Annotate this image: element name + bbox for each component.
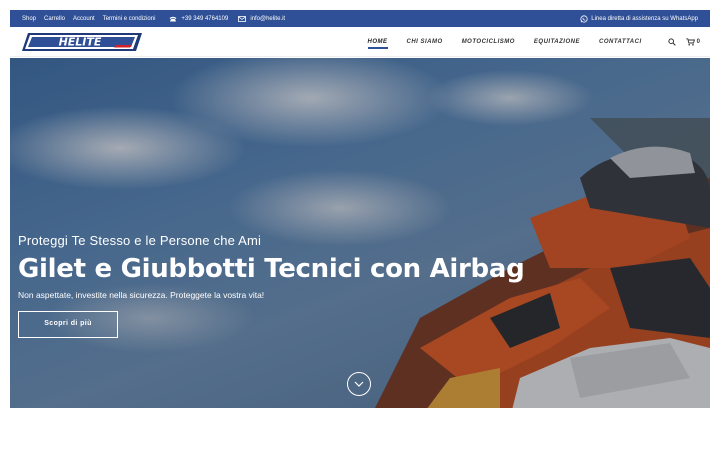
mail-icon xyxy=(238,15,247,22)
svg-text:HELITE: HELITE xyxy=(59,35,102,48)
topbar-link-terms[interactable]: Termini e condizioni xyxy=(103,16,156,22)
hero-description: Non aspettate, investite nella sicurezza… xyxy=(18,290,265,300)
phone-number: +39 349 4764109 xyxy=(181,15,229,22)
topbar-link-account[interactable]: Account xyxy=(73,16,95,22)
cart-count: 0 xyxy=(696,38,700,45)
helite-logo: HELITE xyxy=(22,32,142,51)
hero-title: Gilet e Giubbotti Tecnici con Airbag xyxy=(18,254,525,284)
nav-equitazione[interactable]: EQUITAZIONE xyxy=(534,36,580,48)
top-bar: Shop Carrello Account Termini e condizio… xyxy=(10,10,710,27)
site-logo[interactable]: HELITE xyxy=(20,31,144,53)
whatsapp-support-link[interactable]: Linea diretta di assistenza su WhatsApp xyxy=(580,14,698,23)
hero-text-block: Proteggi Te Stesso e le Persone che Ami … xyxy=(18,233,525,338)
hero-subtitle: Proteggi Te Stesso e le Persone che Ami xyxy=(18,233,262,248)
main-header: HELITE HOME CHI SIAMO MOTOCICLISMO EQUIT… xyxy=(10,27,710,57)
nav-chi-siamo[interactable]: CHI SIAMO xyxy=(407,36,443,48)
topbar-phone[interactable]: +39 349 4764109 xyxy=(169,16,228,22)
scroll-down-button[interactable] xyxy=(347,372,371,396)
phone-icon xyxy=(169,16,177,21)
whatsapp-label: Linea diretta di assistenza su WhatsApp xyxy=(591,15,698,22)
discover-more-button[interactable]: Scopri di più xyxy=(18,311,118,338)
nav-motociclismo[interactable]: MOTOCICLISMO xyxy=(462,36,515,48)
nav-contattaci[interactable]: CONTATTACI xyxy=(599,36,642,48)
cart-icon xyxy=(685,37,695,46)
cart-button[interactable]: 0 xyxy=(685,37,700,46)
hero-banner: Proteggi Te Stesso e le Persone che Ami … xyxy=(10,58,710,408)
topbar-link-shop[interactable]: Shop xyxy=(22,16,36,22)
header-icons: 0 xyxy=(658,37,700,46)
topbar-email[interactable]: info@helite.it xyxy=(238,16,285,22)
page: Shop Carrello Account Termini e condizio… xyxy=(10,10,710,408)
main-nav: HOME CHI SIAMO MOTOCICLISMO EQUITAZIONE … xyxy=(349,36,700,49)
search-icon xyxy=(668,37,676,46)
nav-home[interactable]: HOME xyxy=(367,36,388,49)
email-address: info@helite.it xyxy=(250,15,286,22)
search-button[interactable] xyxy=(668,37,676,46)
topbar-link-cart[interactable]: Carrello xyxy=(44,16,65,22)
chevron-down-icon xyxy=(354,381,364,387)
whatsapp-icon xyxy=(580,14,588,23)
